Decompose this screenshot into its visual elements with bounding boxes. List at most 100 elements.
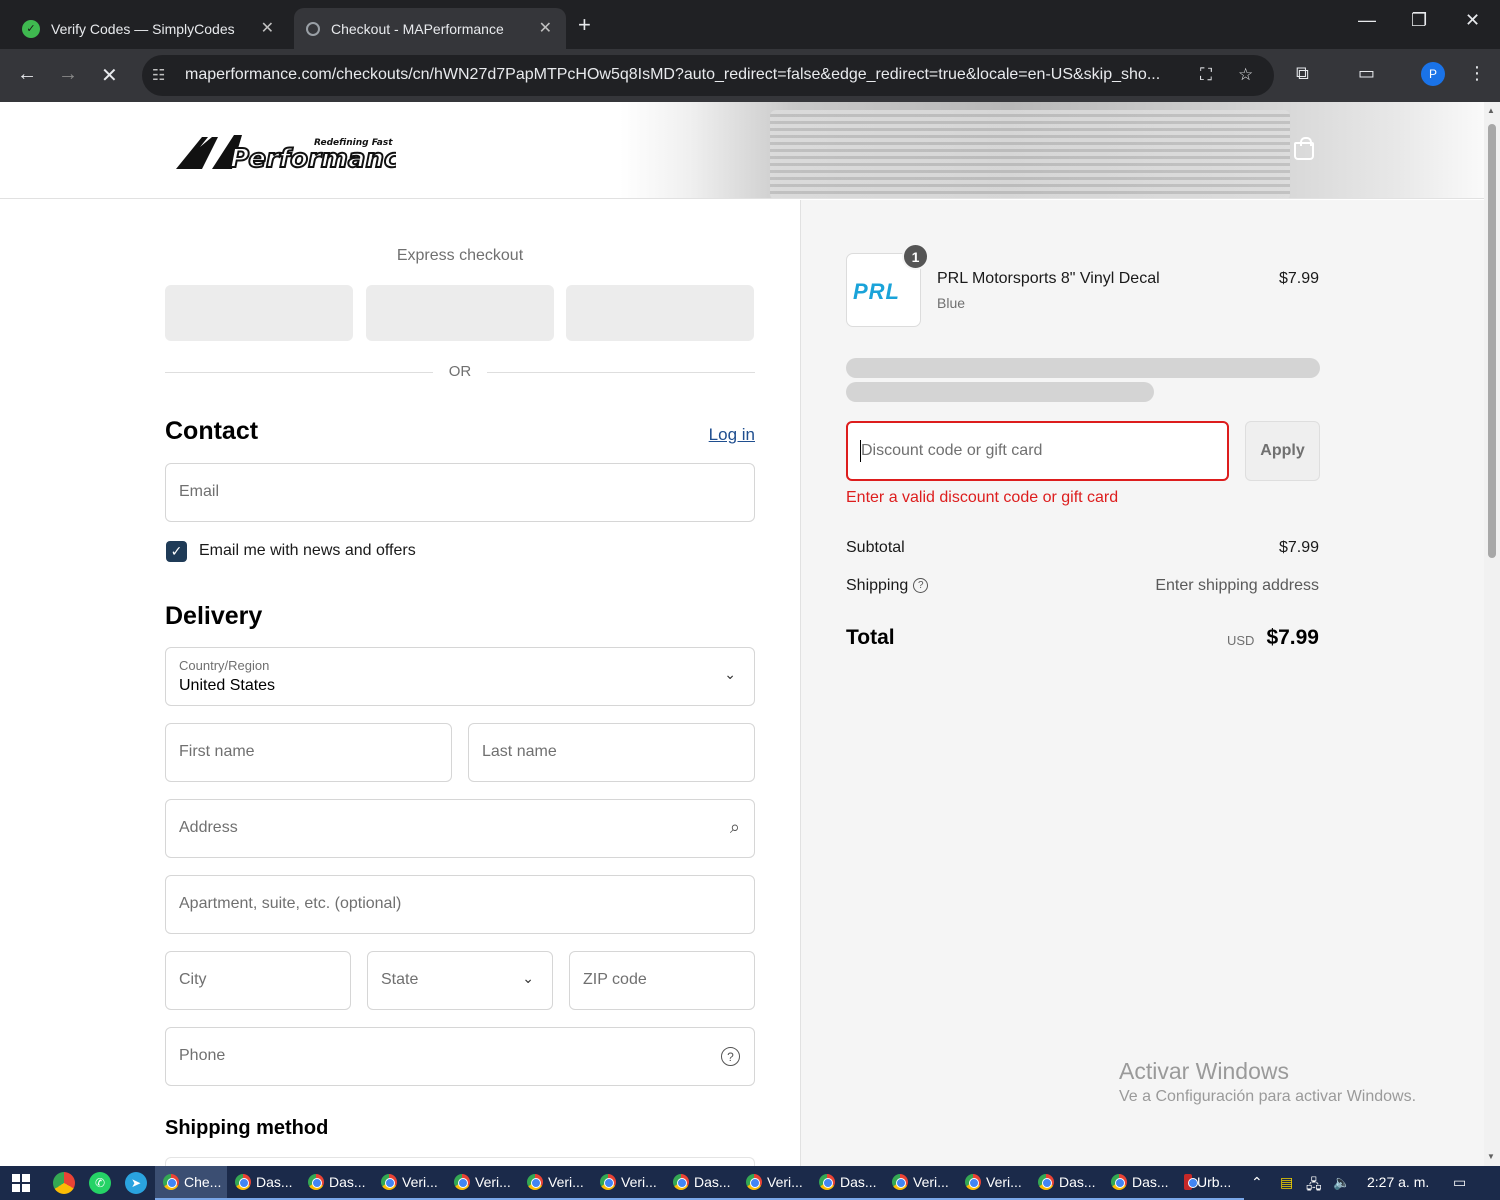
forward-icon[interactable]: → bbox=[58, 63, 78, 86]
shopping-bag-icon[interactable] bbox=[1294, 137, 1314, 160]
clock[interactable]: 2:27 a. m. bbox=[1367, 1174, 1429, 1190]
extensions-icon[interactable]: ⧉ bbox=[1296, 63, 1309, 84]
taskbar-app-label: Urb... bbox=[1197, 1174, 1232, 1190]
apartment-field[interactable]: Apartment, suite, etc. (optional) bbox=[165, 875, 755, 934]
tab-close-icon[interactable]: ✕ bbox=[261, 18, 274, 38]
site-info-icon[interactable]: ☷ bbox=[152, 66, 165, 84]
last-name-placeholder: Last name bbox=[482, 743, 557, 760]
notifications-icon[interactable]: ▭ bbox=[1453, 1174, 1466, 1191]
taskbar-app-label: Das... bbox=[694, 1174, 731, 1190]
chrome-icon bbox=[163, 1174, 179, 1190]
network-icon[interactable]: 🖧 bbox=[1306, 1174, 1322, 1198]
contact-heading: Contact bbox=[165, 417, 259, 445]
tab-verify-codes[interactable]: ✓ Verify Codes — SimplyCodes ✕ bbox=[10, 8, 288, 49]
express-pay-button-1[interactable] bbox=[165, 285, 353, 341]
windows-start-icon[interactable] bbox=[12, 1174, 30, 1192]
taskbar-app-9[interactable]: Veri... bbox=[738, 1166, 811, 1200]
country-select[interactable]: Country/Region United States ⌄ bbox=[165, 647, 755, 706]
new-tab-icon[interactable]: + bbox=[578, 12, 591, 38]
loading-skeleton-bar bbox=[846, 358, 1320, 378]
shipping-row: Shipping? bbox=[846, 577, 929, 595]
profile-avatar[interactable]: P bbox=[1421, 62, 1445, 86]
tray-chevron-up-icon[interactable]: ⌃ bbox=[1251, 1174, 1263, 1191]
zip-field[interactable]: ZIP code bbox=[569, 951, 755, 1010]
taskbar-app-label: Che... bbox=[184, 1174, 222, 1190]
express-pay-button-3[interactable] bbox=[566, 285, 754, 341]
total-label: Total bbox=[846, 626, 895, 649]
login-link[interactable]: Log in bbox=[680, 425, 755, 445]
close-window-icon[interactable]: ✕ bbox=[1465, 10, 1480, 31]
cast-icon[interactable]: ▭ bbox=[1358, 63, 1375, 84]
email-field[interactable]: Email bbox=[165, 463, 755, 522]
first-name-field[interactable]: First name bbox=[165, 723, 452, 782]
back-icon[interactable]: ← bbox=[17, 63, 37, 86]
taskbar-app-label: Das... bbox=[329, 1174, 366, 1190]
intercooler-banner-image bbox=[620, 102, 1484, 198]
telegram-icon[interactable]: ➤ bbox=[125, 1172, 147, 1194]
taskbar-app-5[interactable]: Veri... bbox=[446, 1166, 519, 1200]
taskbar-app-7[interactable]: Veri... bbox=[592, 1166, 665, 1200]
total-value: $7.99 bbox=[1266, 626, 1319, 649]
tab-title: Checkout - MAPerformance bbox=[331, 20, 504, 37]
app-icon bbox=[1184, 1174, 1198, 1190]
scroll-up-arrow-icon[interactable]: ▲ bbox=[1487, 106, 1495, 115]
taskbar-app-2[interactable]: Das... bbox=[227, 1166, 300, 1200]
delivery-heading: Delivery bbox=[165, 602, 263, 630]
help-circle-icon[interactable]: ? bbox=[721, 1047, 740, 1066]
discount-placeholder: Discount code or gift card bbox=[861, 442, 1043, 459]
taskbar-app-label: Das... bbox=[1059, 1174, 1096, 1190]
tab-close-icon[interactable]: ✕ bbox=[539, 18, 552, 38]
city-field[interactable]: City bbox=[165, 951, 351, 1010]
address-field[interactable]: Address ⌕ bbox=[165, 799, 755, 858]
zip-placeholder: ZIP code bbox=[583, 971, 647, 988]
taskbar-app-4[interactable]: Veri... bbox=[373, 1166, 446, 1200]
apply-discount-button[interactable]: Apply bbox=[1245, 421, 1320, 481]
address-bar[interactable]: ☷ maperformance.com/checkouts/cn/hWN27d7… bbox=[142, 55, 1274, 96]
taskbar-app-15[interactable]: Urb... bbox=[1176, 1166, 1244, 1200]
chevron-down-icon: ⌄ bbox=[522, 970, 534, 986]
subtotal-label: Subtotal bbox=[846, 539, 905, 556]
phone-placeholder: Phone bbox=[179, 1047, 226, 1064]
taskbar-app-6[interactable]: Veri... bbox=[519, 1166, 592, 1200]
state-select[interactable]: State ⌄ bbox=[367, 951, 553, 1010]
svg-text:Performance: Performance bbox=[230, 144, 396, 174]
taskbar-app-label: Das... bbox=[840, 1174, 877, 1190]
taskbar-app-11[interactable]: Veri... bbox=[884, 1166, 957, 1200]
taskbar-app-3[interactable]: Das... bbox=[300, 1166, 373, 1200]
newsletter-checkbox[interactable]: ✓ bbox=[166, 541, 187, 562]
taskbar-app-10[interactable]: Das... bbox=[811, 1166, 884, 1200]
shipping-value: Enter shipping address bbox=[1155, 577, 1319, 594]
scrollbar-thumb[interactable] bbox=[1488, 124, 1496, 558]
taskbar-app-label: Veri... bbox=[402, 1174, 438, 1190]
page-scrollbar[interactable]: ▲ ▼ bbox=[1484, 102, 1500, 1166]
taskbar-app-13[interactable]: Das... bbox=[1030, 1166, 1103, 1200]
scroll-down-arrow-icon[interactable]: ▼ bbox=[1487, 1152, 1495, 1161]
menu-kebab-icon[interactable]: ⋮ bbox=[1468, 63, 1486, 84]
translate-icon[interactable]: ⛶ bbox=[1200, 65, 1212, 85]
chrome-icon bbox=[965, 1174, 981, 1190]
taskbar-app-1[interactable]: Che... bbox=[155, 1166, 227, 1200]
discount-code-input[interactable]: Discount code or gift card bbox=[846, 421, 1229, 481]
express-checkout-label: Express checkout bbox=[396, 247, 524, 264]
restore-icon[interactable]: ❐ bbox=[1411, 10, 1427, 31]
stop-loading-icon[interactable]: ✕ bbox=[101, 63, 118, 88]
minimize-icon[interactable]: — bbox=[1358, 10, 1376, 31]
taskbar-app-12[interactable]: Veri... bbox=[957, 1166, 1030, 1200]
help-circle-icon[interactable]: ? bbox=[913, 578, 929, 594]
whatsapp-icon[interactable]: ✆ bbox=[89, 1172, 111, 1194]
maperformance-logo[interactable]: Performance Redefining Fast bbox=[172, 129, 418, 175]
tab-checkout[interactable]: Checkout - MAPerformance ✕ bbox=[294, 8, 566, 49]
tab-title: Verify Codes — SimplyCodes bbox=[51, 20, 235, 37]
taskbar-app-8[interactable]: Das... bbox=[665, 1166, 738, 1200]
phone-field[interactable]: Phone ? bbox=[165, 1027, 755, 1086]
taskbar-app-14[interactable]: Das... bbox=[1103, 1166, 1176, 1200]
country-value: United States bbox=[179, 677, 276, 694]
volume-icon[interactable]: 🔈 bbox=[1333, 1174, 1350, 1191]
express-pay-button-2[interactable] bbox=[366, 285, 554, 341]
bookmark-star-icon[interactable]: ☆ bbox=[1238, 65, 1253, 85]
chrome-pinned-icon[interactable] bbox=[53, 1172, 75, 1194]
last-name-field[interactable]: Last name bbox=[468, 723, 755, 782]
chrome-icon bbox=[308, 1174, 324, 1190]
url-text[interactable]: maperformance.com/checkouts/cn/hWN27d7Pa… bbox=[185, 66, 1185, 84]
tray-app-icon[interactable]: ▤ bbox=[1280, 1174, 1293, 1191]
